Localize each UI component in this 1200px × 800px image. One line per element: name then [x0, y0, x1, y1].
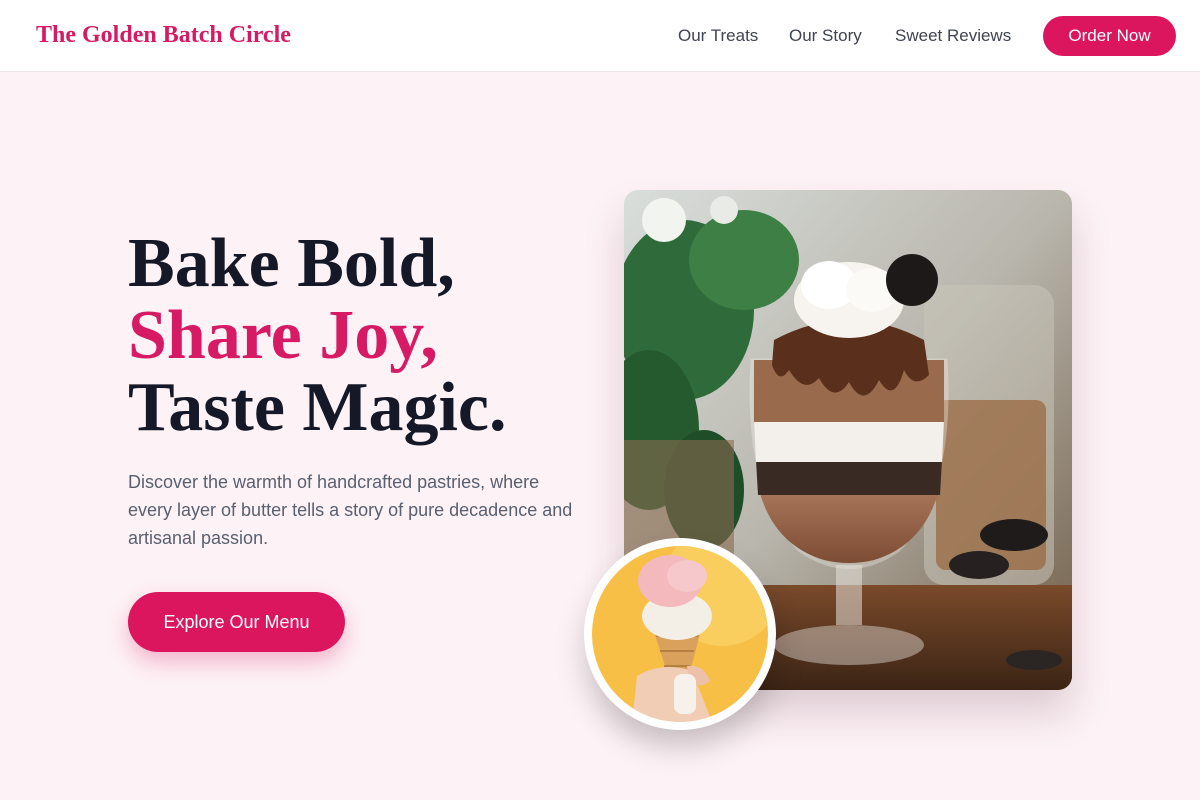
explore-menu-button[interactable]: Explore Our Menu	[128, 592, 345, 652]
headline-line-1: Bake Bold,	[128, 225, 455, 302]
headline-line-3: Taste Magic.	[128, 369, 507, 446]
brand-logo-text[interactable]: The Golden Batch Circle	[36, 22, 291, 49]
nav-link-our-story[interactable]: Our Story	[789, 26, 862, 46]
ice-cream-cone-image	[584, 538, 776, 730]
headline-line-2: Share Joy,	[128, 297, 438, 374]
hero-description: Discover the warmth of handcrafted pastr…	[128, 472, 573, 548]
ice-cream-illustration	[592, 546, 768, 722]
navbar: The Golden Batch Circle Our Treats Our S…	[0, 0, 1200, 72]
nav-link-sweet-reviews[interactable]: Sweet Reviews	[895, 26, 1011, 46]
hero-headline: Bake Bold, Share Joy, Taste Magic.	[128, 228, 506, 444]
nav-link-our-treats[interactable]: Our Treats	[678, 26, 758, 46]
order-now-button[interactable]: Order Now	[1043, 16, 1176, 56]
